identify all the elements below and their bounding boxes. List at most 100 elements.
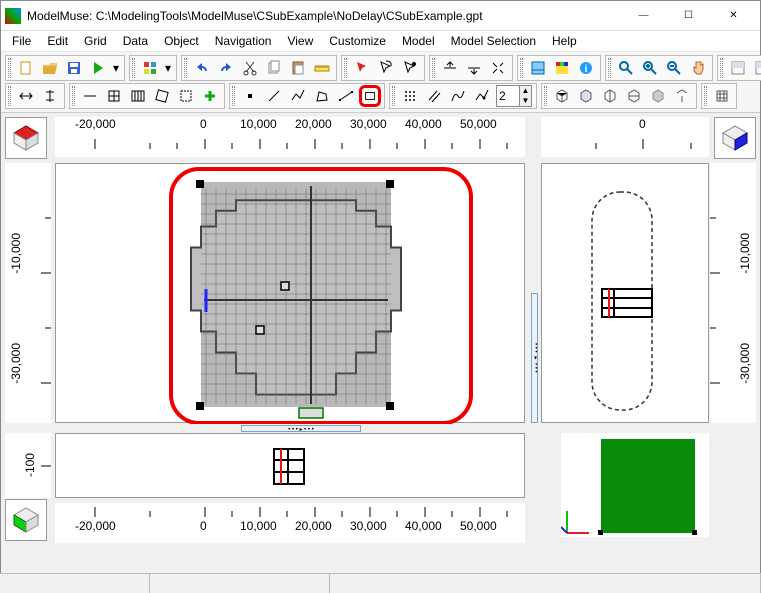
menu-object[interactable]: Object [157, 32, 206, 50]
create-polyline-button[interactable] [287, 85, 309, 107]
front-view-cube-icon[interactable] [5, 499, 47, 541]
menu-model[interactable]: Model [395, 32, 442, 50]
drag-edit-button[interactable] [471, 85, 493, 107]
menu-model-selection[interactable]: Model Selection [444, 32, 543, 50]
layout-b-button[interactable] [751, 57, 761, 79]
menu-customize[interactable]: Customize [322, 32, 393, 50]
menu-grid[interactable]: Grid [77, 32, 114, 50]
horizontal-splitter[interactable]: • • • ▸ • • • [241, 425, 361, 432]
zoom-in-button[interactable] [639, 57, 661, 79]
ruler-label: 40,000 [405, 519, 442, 533]
ruler-label: 20,000 [295, 117, 332, 131]
menu-help[interactable]: Help [545, 32, 584, 50]
view3d-e-button[interactable] [647, 85, 669, 107]
ruler-label: -10,000 [738, 233, 752, 274]
ruler-button[interactable] [311, 57, 333, 79]
parallel-lines-button[interactable] [423, 85, 445, 107]
data-visualization-button[interactable] [551, 57, 573, 79]
app-icon [5, 8, 21, 24]
view3d-a-button[interactable] [551, 85, 573, 107]
spin-down-button[interactable]: ▼ [519, 96, 531, 106]
menu-file[interactable]: File [5, 32, 38, 50]
side-view-cube-icon[interactable] [714, 117, 756, 159]
object-properties-button[interactable]: i [575, 57, 597, 79]
menu-edit[interactable]: Edit [40, 32, 75, 50]
insert-node-button[interactable] [439, 57, 461, 79]
view3d-c-button[interactable] [599, 85, 621, 107]
ruler-label: -30,000 [738, 343, 752, 384]
vertex-count-input[interactable] [497, 89, 519, 103]
layout-a-button[interactable] [727, 57, 749, 79]
subdivide-grid-button[interactable] [103, 85, 125, 107]
spin-up-button[interactable]: ▲ [519, 86, 531, 96]
grid-smooth-button[interactable] [175, 85, 197, 107]
ruler-label: 0 [200, 519, 207, 533]
toolbars: ▾ ▾ i [1, 51, 760, 113]
freehand-button[interactable] [447, 85, 469, 107]
grid-spacing-button[interactable] [127, 85, 149, 107]
subdivide-none-button[interactable] [79, 85, 101, 107]
run-button[interactable] [87, 57, 109, 79]
bottom-ruler: -20,000 0 10,000 20,000 30,000 40,000 50… [55, 503, 525, 543]
svg-text:i: i [585, 64, 588, 75]
status-cell-3 [330, 574, 761, 593]
zoom-out-button[interactable] [663, 57, 685, 79]
view3d-b-button[interactable] [575, 85, 597, 107]
select-point-button[interactable] [399, 57, 421, 79]
open-button[interactable] [39, 57, 61, 79]
delete-row-col-button[interactable] [15, 85, 37, 107]
paste-button[interactable] [287, 57, 309, 79]
vertex-count-spinner[interactable]: ▲▼ [496, 85, 532, 107]
create-point-button[interactable] [239, 85, 261, 107]
copy-button[interactable] [263, 57, 285, 79]
window-title: ModelMuse: C:\ModelingTools\ModelMuse\CS… [27, 9, 621, 23]
vertex-grid-button[interactable] [399, 85, 421, 107]
create-rectangle-button[interactable] [359, 85, 381, 107]
view3d-d-button[interactable] [623, 85, 645, 107]
create-straight-line-button[interactable] [335, 85, 357, 107]
new-model-button[interactable] [15, 57, 37, 79]
maximize-button[interactable]: ☐ [666, 2, 711, 30]
menu-navigation[interactable]: Navigation [208, 32, 279, 50]
ruler-label: 20,000 [295, 519, 332, 533]
delete-node-button[interactable] [463, 57, 485, 79]
ruler-label: 40,000 [405, 117, 442, 131]
show-hide-button[interactable] [527, 57, 549, 79]
view3d-f-button[interactable] [671, 85, 693, 107]
top-view-cube-icon[interactable] [5, 117, 47, 159]
save-button[interactable] [63, 57, 85, 79]
status-cell-2 [150, 574, 330, 593]
ruler-label: 0 [200, 117, 207, 131]
pan-button[interactable] [687, 57, 709, 79]
select-object-button[interactable] [351, 57, 373, 79]
front-view-panel[interactable] [55, 433, 525, 498]
minimize-button[interactable]: — [621, 2, 666, 30]
status-bar [0, 573, 761, 593]
cut-button[interactable] [239, 57, 261, 79]
create-line-button[interactable] [263, 85, 285, 107]
undo-button[interactable] [191, 57, 213, 79]
menu-view[interactable]: View [280, 32, 320, 50]
vertical-splitter[interactable]: • • • ▾ • • • [531, 293, 538, 423]
side-view-panel[interactable] [541, 163, 709, 423]
menu-data[interactable]: Data [116, 32, 155, 50]
ruler-label: 30,000 [350, 117, 387, 131]
top-view-panel[interactable] [55, 163, 525, 423]
grid-angle-button[interactable] [151, 85, 173, 107]
select-lasso-button[interactable] [375, 57, 397, 79]
create-polygon-button[interactable] [311, 85, 333, 107]
ruler-label: 0 [639, 117, 646, 131]
program-dropdown-button[interactable]: ▾ [163, 57, 173, 79]
move-row-col-button[interactable] [39, 85, 61, 107]
close-button[interactable]: ✕ [711, 2, 756, 30]
ruler-label: -10,000 [9, 233, 23, 274]
ruler-label: 50,000 [460, 519, 497, 533]
grid-display-button[interactable] [711, 85, 733, 107]
program-locations-button[interactable] [139, 57, 161, 79]
run-dropdown-button[interactable]: ▾ [111, 57, 121, 79]
grid-add-button[interactable] [199, 85, 221, 107]
rearrange-button[interactable] [487, 57, 509, 79]
zoom-button[interactable] [615, 57, 637, 79]
redo-button[interactable] [215, 57, 237, 79]
three-d-view-panel[interactable] [561, 433, 709, 537]
